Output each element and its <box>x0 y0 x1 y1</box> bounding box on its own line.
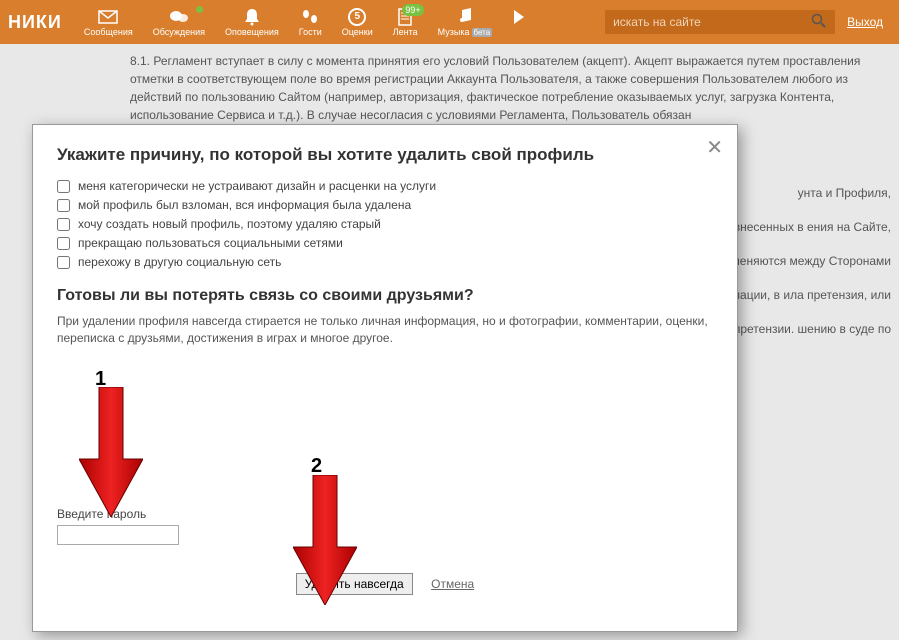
reason-option[interactable]: хочу создать новый профиль, поэтому удал… <box>57 217 713 231</box>
annotation-arrow-2 <box>293 475 357 605</box>
chat-icon <box>169 8 189 26</box>
nav-feed[interactable]: 99+ Лента <box>383 6 428 39</box>
reason-option[interactable]: перехожу в другую социальную сеть <box>57 255 713 269</box>
nav-discussions[interactable]: Обсуждения <box>143 6 215 39</box>
cancel-link[interactable]: Отмена <box>431 577 474 591</box>
nav-label: Оценки <box>342 27 373 37</box>
nav-messages[interactable]: Сообщения <box>74 6 143 39</box>
bell-icon <box>242 8 262 26</box>
nav-label: Лента <box>393 27 418 37</box>
nav-music[interactable]: Музыкабета <box>428 6 503 39</box>
music-icon <box>455 8 475 26</box>
feed-badge: 99+ <box>402 4 423 16</box>
nav-label: Музыкабета <box>438 27 493 37</box>
nav-play[interactable] <box>502 6 530 39</box>
nav-label: Сообщения <box>84 27 133 37</box>
delete-profile-modal: ✕ Укажите причину, по которой вы хотите … <box>32 124 738 632</box>
nav-ratings[interactable]: 5 Оценки <box>332 6 383 39</box>
search-icon[interactable] <box>811 13 829 31</box>
nav-label: Гости <box>299 27 322 37</box>
annotation-arrow-1 <box>79 387 143 517</box>
search-container: Выход <box>605 10 891 34</box>
top-navigation: НИКИ Сообщения Обсуждения Оповещения Гос… <box>0 0 899 44</box>
modal-warning-text: При удалении профиля навсегда стирается … <box>57 313 713 347</box>
nav-label: Оповещения <box>225 27 279 37</box>
nav-label <box>515 27 518 37</box>
reason-checkbox[interactable] <box>57 199 70 212</box>
modal-subtitle: Готовы ли вы потерять связь со своими др… <box>57 287 713 305</box>
play-icon <box>506 8 526 26</box>
reason-checkbox[interactable] <box>57 256 70 269</box>
reason-label: перехожу в другую социальную сеть <box>78 255 281 269</box>
beta-tag: бета <box>472 28 493 37</box>
nav-notifications[interactable]: Оповещения <box>215 6 289 39</box>
nav-label: Обсуждения <box>153 27 205 37</box>
modal-title: Укажите причину, по которой вы хотите уд… <box>57 145 713 165</box>
logo-fragment: НИКИ <box>8 12 62 33</box>
reason-checkbox[interactable] <box>57 237 70 250</box>
reason-option[interactable]: меня категорически не устраивают дизайн … <box>57 179 713 193</box>
envelope-icon <box>98 8 118 26</box>
reason-option[interactable]: прекращаю пользоваться социальными сетям… <box>57 236 713 250</box>
reason-label: мой профиль был взломан, вся информация … <box>78 198 411 212</box>
notification-dot-icon <box>196 6 203 13</box>
reason-checkbox[interactable] <box>57 180 70 193</box>
reason-label: прекращаю пользоваться социальными сетям… <box>78 236 343 250</box>
close-icon[interactable]: ✕ <box>706 135 723 160</box>
reason-label: меня категорически не устраивают дизайн … <box>78 179 436 193</box>
ratings-count-icon: 5 <box>347 8 367 26</box>
footsteps-icon <box>300 8 320 26</box>
modal-actions: Удалить навсегда Отмена <box>57 573 713 595</box>
reason-checkbox[interactable] <box>57 218 70 231</box>
reason-label: хочу создать новый профиль, поэтому удал… <box>78 217 381 231</box>
reason-option[interactable]: мой профиль был взломан, вся информация … <box>57 198 713 212</box>
search-input[interactable] <box>605 10 835 34</box>
password-input[interactable] <box>57 525 179 545</box>
nav-guests[interactable]: Гости <box>289 6 332 39</box>
password-label: Введите пароль <box>57 507 713 521</box>
logout-link[interactable]: Выход <box>847 15 883 29</box>
